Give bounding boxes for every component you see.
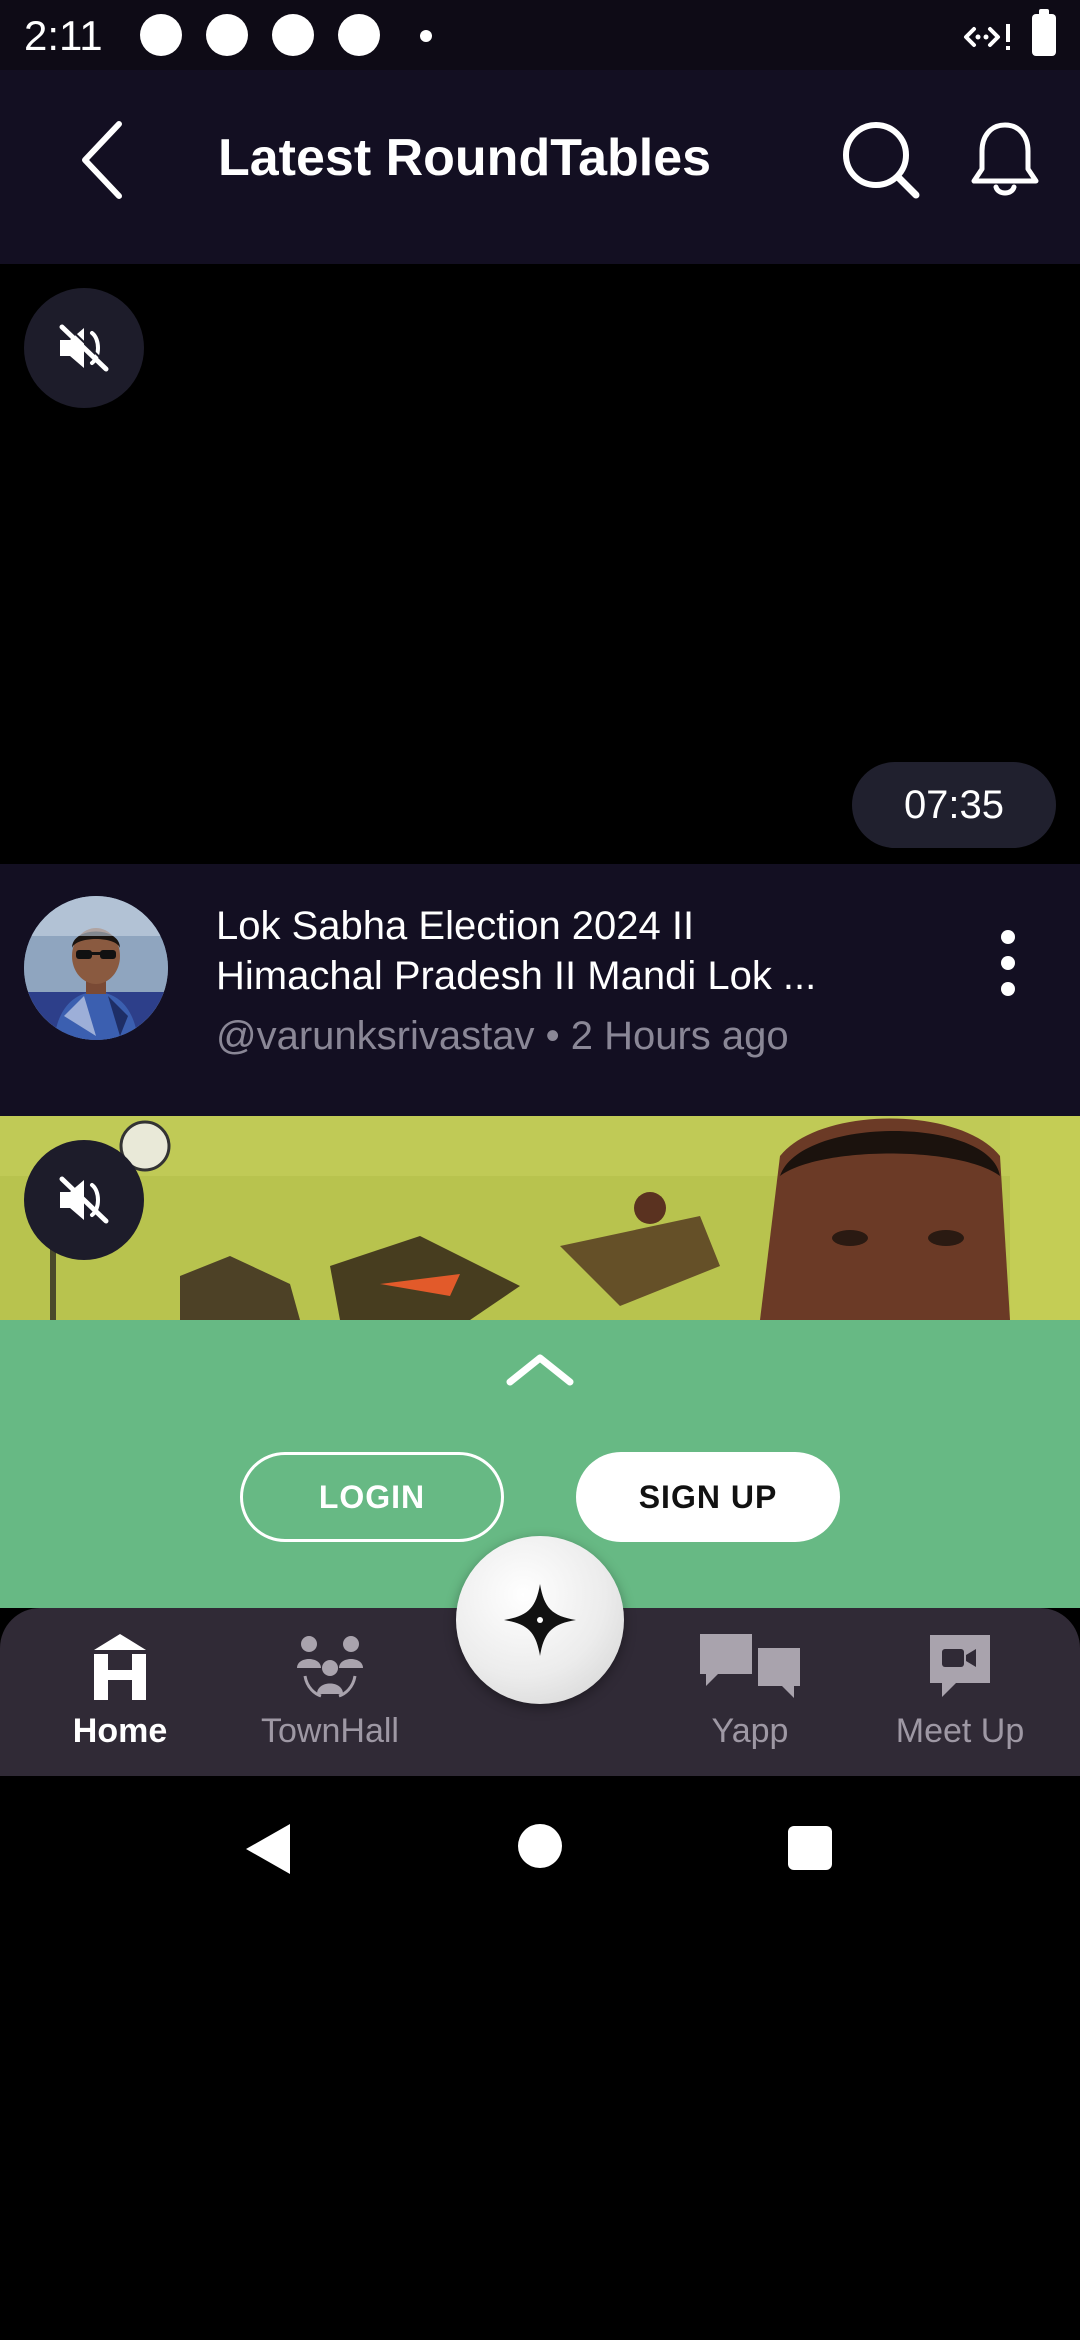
user-photo (24, 896, 168, 1040)
video-duration-badge: 07:35 (852, 762, 1056, 848)
nav-item-meetup[interactable]: Meet Up (870, 1608, 1050, 1776)
back-button[interactable] (60, 110, 144, 210)
avatar[interactable] (24, 896, 168, 1040)
nav-label-yapp: Yapp (711, 1712, 789, 1750)
network-icon (964, 24, 1010, 50)
nav-item-townhall[interactable]: TownHall (240, 1608, 420, 1776)
nav-label-townhall: TownHall (261, 1712, 399, 1750)
notification-dot-icon (272, 14, 314, 56)
signup-button[interactable]: SIGN UP (576, 1452, 840, 1542)
nav-label-home: Home (72, 1712, 168, 1750)
nav-label-meetup: Meet Up (895, 1712, 1025, 1750)
app-header: Latest RoundTables (0, 70, 1080, 264)
page-title: Latest RoundTables (218, 129, 712, 187)
video-player[interactable] (0, 1116, 1080, 1320)
mute-toggle-button[interactable] (24, 288, 144, 408)
video-thumbnail (0, 1116, 1080, 1320)
status-bar: 2:11 (0, 0, 1080, 70)
roundtable-title-line-1[interactable]: Lok Sabha Election 2024 II (216, 904, 916, 949)
notification-dot-icon (140, 14, 182, 56)
chat-bubbles-icon (700, 1634, 800, 1698)
more-options-button[interactable] (978, 908, 1038, 1018)
create-fab-button[interactable] (456, 1536, 624, 1704)
system-recents-icon[interactable] (788, 1826, 832, 1870)
system-back-icon[interactable] (244, 1822, 292, 1876)
battery-icon (1032, 9, 1056, 56)
sparkle-icon (504, 1584, 576, 1656)
roundtable-card-info[interactable]: Lok Sabha Election 2024 II Himachal Prad… (0, 864, 1080, 1116)
more-notifications-icon (420, 30, 432, 42)
muted-speaker-icon (59, 1176, 109, 1224)
roundtable-meta: @varunksrivastav • 2 Hours ago (216, 1014, 789, 1058)
mute-toggle-button[interactable] (24, 1140, 144, 1260)
notifications-button[interactable] (962, 110, 1048, 210)
video-player[interactable]: 07:35 (0, 264, 1080, 864)
login-button[interactable]: LOGIN (240, 1452, 504, 1542)
townhall-icon (297, 1636, 363, 1698)
back-arrow-icon (82, 121, 122, 199)
video-camera-icon (930, 1635, 990, 1697)
search-icon (843, 122, 920, 199)
status-time: 2:11 (24, 12, 103, 59)
system-home-icon[interactable] (518, 1824, 562, 1868)
nav-item-home[interactable]: Home (40, 1608, 200, 1776)
chevron-up-icon[interactable] (500, 1346, 580, 1392)
notification-dot-icon (338, 14, 380, 56)
system-navigation-bar (0, 1776, 1080, 1920)
nav-item-yapp[interactable]: Yapp (680, 1608, 820, 1776)
bell-icon (971, 122, 1039, 196)
more-dot-icon (1001, 930, 1015, 944)
search-button[interactable] (836, 110, 926, 210)
home-icon (94, 1634, 146, 1700)
more-dot-icon (1001, 956, 1015, 970)
notification-dot-icon (206, 14, 248, 56)
roundtable-title-line-2[interactable]: Himachal Pradesh II Mandi Lok ... (216, 954, 916, 999)
muted-speaker-icon (59, 323, 110, 372)
more-dot-icon (1001, 982, 1015, 996)
